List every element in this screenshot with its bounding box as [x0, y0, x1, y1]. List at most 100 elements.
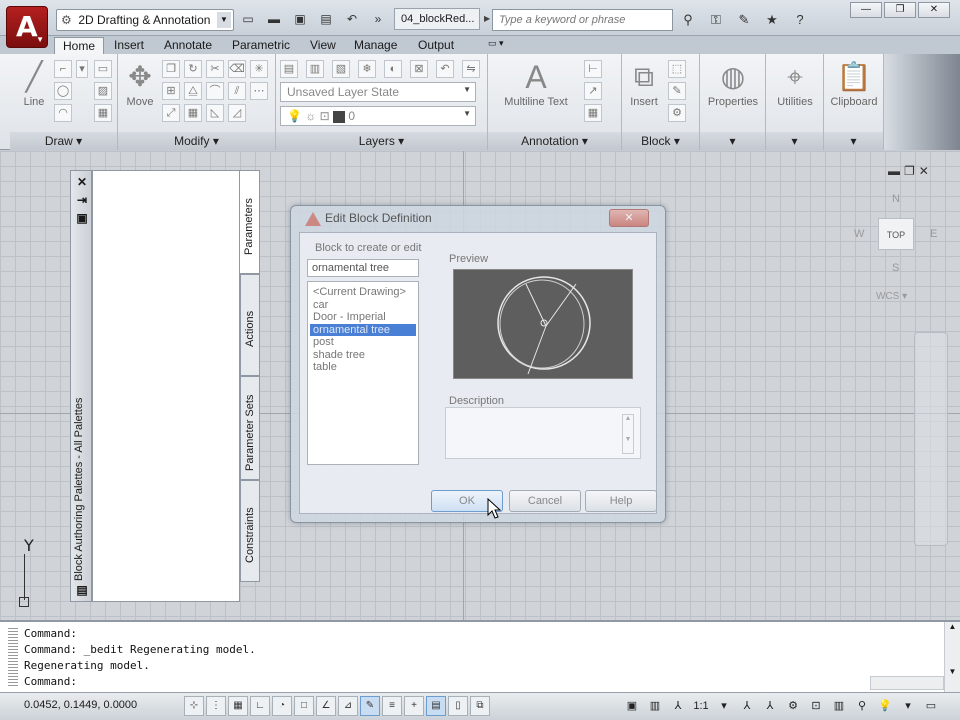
lock-ui-icon[interactable]: ⊡: [806, 696, 826, 716]
viewcube-east[interactable]: E: [930, 228, 937, 240]
annotation-panel-title[interactable]: Annotation ▾: [488, 132, 621, 150]
help-button[interactable]: Help: [585, 490, 657, 512]
list-item[interactable]: table: [310, 361, 416, 374]
layers-panel-title[interactable]: Layers ▾: [276, 132, 487, 150]
transparency-icon[interactable]: +: [404, 696, 424, 716]
explode-icon[interactable]: ✳: [250, 60, 268, 78]
viewcube-top-face[interactable]: TOP: [878, 218, 914, 250]
close-icon[interactable]: ✕: [75, 175, 89, 189]
annotation-monitor-icon[interactable]: ⧉: [470, 696, 490, 716]
command-line[interactable]: Command: Command: _bedit Regenerating mo…: [0, 620, 960, 692]
tab-insert[interactable]: Insert: [106, 37, 152, 54]
wcs-menu[interactable]: WCS ▾: [876, 291, 907, 302]
join-icon[interactable]: ◿: [228, 104, 246, 122]
restore-icon[interactable]: ❐: [904, 164, 915, 178]
viewcube-south[interactable]: S: [892, 262, 899, 274]
subscription-icon[interactable]: ⚿: [706, 10, 726, 30]
help-icon[interactable]: ?: [790, 10, 810, 30]
workspace-switching-icon[interactable]: ⚙: [783, 696, 803, 716]
utilities-tool[interactable]: ⌖ Utilities: [770, 58, 820, 108]
copy-icon[interactable]: ❐: [162, 60, 180, 78]
edit-block-icon[interactable]: ✎: [668, 82, 686, 100]
annotation-visibility-icon[interactable]: ⅄: [737, 696, 757, 716]
table-icon[interactable]: ▦: [584, 104, 602, 122]
chamfer-icon[interactable]: ◺: [206, 104, 224, 122]
viewcube-west[interactable]: W: [854, 228, 864, 240]
tab-actions[interactable]: Actions: [240, 274, 260, 376]
hardware-acceleration-icon[interactable]: ▥: [829, 696, 849, 716]
chevron-down-icon[interactable]: ▾: [76, 60, 88, 78]
rectangle-icon[interactable]: ▭: [94, 60, 112, 78]
scrollbar[interactable]: ▲ ▼: [622, 414, 634, 454]
tab-parameters[interactable]: Parameters: [240, 170, 260, 274]
list-item[interactable]: Door - Imperial: [310, 311, 416, 324]
ortho-icon[interactable]: ∟: [250, 696, 270, 716]
navigation-bar[interactable]: [914, 332, 948, 546]
layer-freeze-icon[interactable]: ❄: [358, 60, 376, 78]
dialog-close-button[interactable]: ✕: [609, 209, 649, 227]
leader-icon[interactable]: ↗: [584, 82, 602, 100]
list-item[interactable]: car: [310, 299, 416, 312]
more-icon[interactable]: »: [368, 10, 388, 28]
current-layer-dropdown[interactable]: 💡 ☼ ⊡ 0 ▼: [280, 106, 476, 126]
infer-constraints-icon[interactable]: ⊹: [184, 696, 204, 716]
layer-state-dropdown[interactable]: Unsaved Layer State ▼: [280, 82, 476, 102]
annotation-scale-icon[interactable]: ⅄: [668, 696, 688, 716]
break-icon[interactable]: ⋯: [250, 82, 268, 100]
array-icon[interactable]: ▦: [184, 104, 202, 122]
gradient-icon[interactable]: ▦: [94, 104, 112, 122]
trim-icon[interactable]: ✂: [206, 60, 224, 78]
list-item[interactable]: post: [310, 336, 416, 349]
close-icon[interactable]: ✕: [919, 164, 929, 178]
osnap-icon[interactable]: □: [294, 696, 314, 716]
grid-icon[interactable]: ▦: [228, 696, 248, 716]
ribbon-options-icon[interactable]: ▭ ▾: [480, 37, 512, 54]
document-tab[interactable]: 04_blockRed...: [394, 8, 480, 30]
tab-home[interactable]: Home: [54, 37, 105, 54]
saveas-icon[interactable]: ▤: [316, 10, 336, 28]
autoscale-icon[interactable]: ⅄: [760, 696, 780, 716]
block-name-field[interactable]: ornamental tree: [307, 259, 419, 277]
layer-lock-icon[interactable]: ⊠: [410, 60, 428, 78]
arc-icon[interactable]: ◠: [54, 104, 72, 122]
polar-icon[interactable]: ◔: [272, 696, 292, 716]
otrack-icon[interactable]: ∠: [316, 696, 336, 716]
tab-view[interactable]: View: [302, 37, 344, 54]
layer-previous-icon[interactable]: ↶: [436, 60, 454, 78]
lightbulb-icon[interactable]: 💡: [875, 696, 895, 716]
star-icon[interactable]: ★: [762, 10, 782, 30]
palette-titlebar[interactable]: ✕ ⇥ ▣ ▤ Block Authoring Palettes - All P…: [70, 170, 92, 602]
new-icon[interactable]: ▭: [238, 10, 258, 28]
scrollbar[interactable]: ▲ ▼: [944, 622, 960, 692]
edit-attributes-icon[interactable]: ⚙: [668, 104, 686, 122]
layer-off-icon[interactable]: ◐: [384, 60, 402, 78]
horizontal-scrollbar[interactable]: [870, 676, 944, 690]
command-prompt[interactable]: Command:: [24, 674, 256, 690]
multiline-text-tool[interactable]: A Multiline Text: [500, 58, 572, 108]
layer-isolate-icon[interactable]: ▧: [332, 60, 350, 78]
block-list[interactable]: <Current Drawing> car Door - Imperial or…: [307, 281, 419, 465]
tab-parameter-sets[interactable]: Parameter Sets: [240, 376, 260, 480]
tab-manage[interactable]: Manage: [346, 37, 405, 54]
clipboard-tool[interactable]: 📋 Clipboard: [828, 58, 880, 108]
quick-properties-icon[interactable]: ▤: [426, 696, 446, 716]
draw-panel-title[interactable]: Draw ▾: [10, 132, 117, 150]
line-tool[interactable]: ╱ Line: [12, 58, 56, 108]
block-panel-title[interactable]: Block ▾: [622, 132, 699, 150]
cancel-button[interactable]: Cancel: [509, 490, 581, 512]
clean-screen-icon[interactable]: ▭: [921, 696, 941, 716]
autohide-icon[interactable]: ⇥: [75, 193, 89, 207]
linear-dimension-icon[interactable]: ⊢: [584, 60, 602, 78]
model-icon[interactable]: ▣: [622, 696, 642, 716]
scale-icon[interactable]: ⤢: [162, 104, 180, 122]
viewcube-north[interactable]: N: [892, 193, 900, 205]
ducs-icon[interactable]: ⊿: [338, 696, 358, 716]
layer-match-icon[interactable]: ⇋: [462, 60, 480, 78]
create-block-icon[interactable]: ⬚: [668, 60, 686, 78]
hatch-icon[interactable]: ▨: [94, 82, 112, 100]
undo-icon[interactable]: ↶: [342, 10, 362, 28]
close-icon[interactable]: ✕: [918, 2, 950, 18]
save-icon[interactable]: ▣: [290, 10, 310, 28]
rotate-icon[interactable]: ↻: [184, 60, 202, 78]
polyline-icon[interactable]: ⌐: [54, 60, 72, 78]
